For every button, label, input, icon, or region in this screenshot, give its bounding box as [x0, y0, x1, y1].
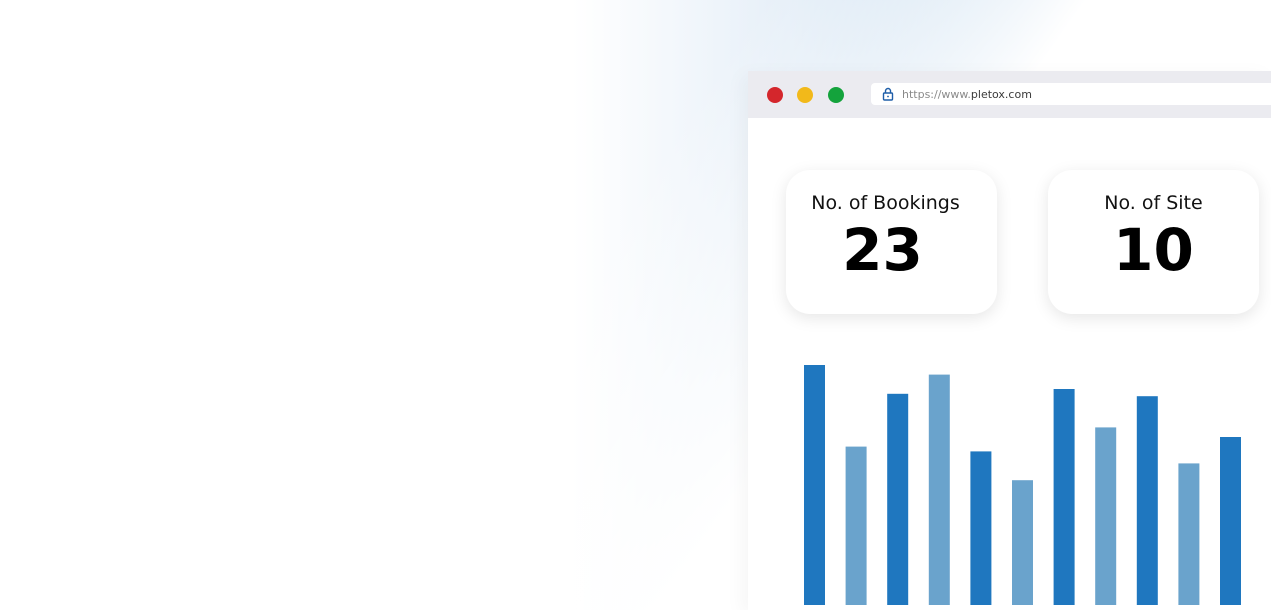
browser-window: https://www.pletox.com No. of Bookings 2… — [748, 71, 1271, 610]
bookings-label: No. of Bookings — [811, 192, 960, 214]
bookings-value: 23 — [842, 216, 923, 284]
bookings-card: No. of Bookings 23 — [786, 170, 997, 314]
url-domain: pletox.com — [970, 87, 1032, 101]
sites-value: 10 — [1113, 216, 1194, 284]
close-window-button[interactable] — [767, 87, 783, 103]
address-bar[interactable]: https://www.pletox.com — [871, 83, 1271, 105]
lock-icon — [882, 87, 894, 101]
sites-label: No. of Site — [1104, 192, 1203, 214]
maximize-window-button[interactable] — [828, 87, 844, 103]
url-prefix: https://www. — [902, 87, 971, 101]
sites-card: No. of Site 10 — [1048, 170, 1259, 314]
browser-toolbar: https://www.pletox.com — [748, 71, 1271, 118]
url-text: https://www.pletox.com — [902, 88, 1032, 101]
minimize-window-button[interactable] — [797, 87, 813, 103]
